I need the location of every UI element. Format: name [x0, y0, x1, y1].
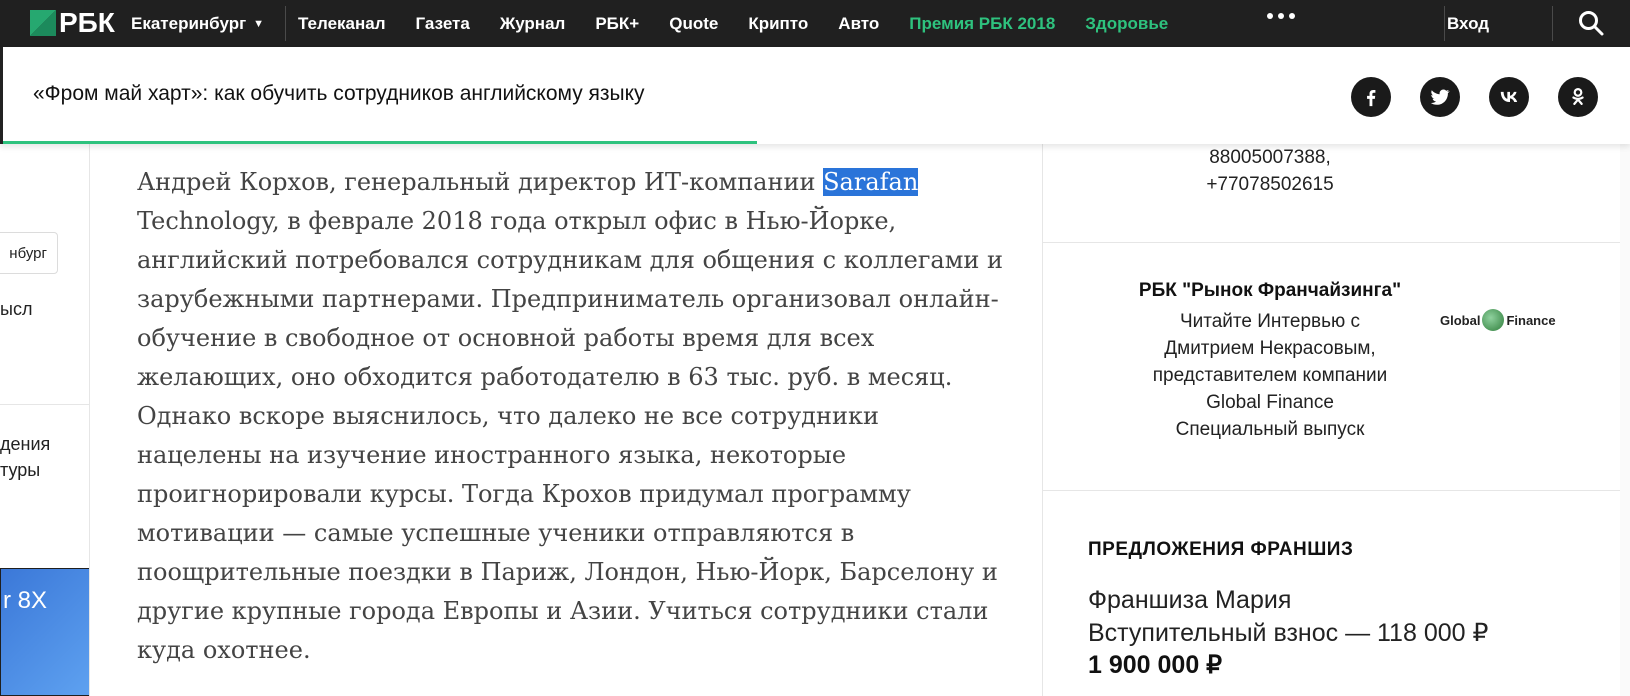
city-chip[interactable]: нбург — [0, 232, 58, 274]
franchise-name: Франшиза Мария — [1088, 586, 1292, 614]
nav-item-award[interactable]: Премия РБК 2018 — [909, 14, 1055, 34]
page-scrollbar[interactable] — [1620, 144, 1630, 696]
twitter-share-button[interactable] — [1420, 77, 1460, 117]
facebook-icon — [1367, 89, 1376, 107]
nav-item-quote[interactable]: Quote — [669, 14, 718, 34]
promo-title[interactable]: РБК "Рынок Франчайзинга" — [1043, 280, 1497, 302]
company-link-selected[interactable]: Sarafan — [823, 168, 919, 196]
left-ad-text: r 8X — [3, 587, 48, 614]
article-text: Technology, в феврале 2018 года открыл о… — [137, 207, 1004, 664]
reading-progress-bar — [3, 141, 757, 144]
ok-share-button[interactable] — [1558, 77, 1598, 117]
globe-icon — [1482, 309, 1505, 331]
city-label: Екатеринбург — [131, 13, 247, 33]
franchise-fee: Вступительный взнос — 118 000 ₽ — [1088, 619, 1489, 647]
sidebar-divider — [1043, 242, 1630, 243]
top-navigation: РБК Екатеринбург ▼ Телеканал Газета Журн… — [0, 0, 1630, 47]
left-text-line[interactable]: дения — [0, 431, 50, 457]
twitter-icon — [1430, 89, 1450, 105]
left-divider — [0, 404, 89, 405]
right-sidebar: 88005007388, +77078502615 РБК "Рынок Фра… — [1042, 144, 1630, 696]
nav-item-auto[interactable]: Авто — [838, 14, 879, 34]
franchise-heading: ПРЕДЛОЖЕНИЯ ФРАНШИЗ — [1088, 539, 1354, 560]
article-text: Андрей Корхов, генеральный директор ИТ-к… — [137, 168, 824, 196]
franchise-price: 1 900 000 ₽ — [1088, 651, 1223, 679]
nav-item-magazine[interactable]: Журнал — [500, 14, 566, 34]
promo-line: представителем компании — [1152, 365, 1388, 386]
facebook-share-button[interactable] — [1351, 77, 1391, 117]
nav-divider — [285, 6, 286, 41]
nav-divider — [1444, 6, 1445, 41]
phone-number[interactable]: +77078502615 — [1043, 171, 1497, 198]
promo-line: Global Finance — [1206, 392, 1334, 413]
left-text-line[interactable]: туры — [0, 457, 40, 483]
nav-item-newspaper[interactable]: Газета — [416, 14, 470, 34]
sticky-article-bar: «Фром май харт»: как обучить сотрудников… — [0, 47, 1630, 144]
nav-item-health[interactable]: Здоровье — [1085, 14, 1168, 34]
promo-text[interactable]: Читайте Интервью с Дмитрием Некрасовым, … — [1043, 308, 1497, 443]
login-button[interactable]: Вход — [1447, 0, 1489, 47]
left-text-line[interactable]: ысл — [0, 296, 32, 322]
sidebar-divider — [1043, 490, 1630, 491]
nav-menu: Телеканал Газета Журнал РБК+ Quote Крипт… — [298, 0, 1198, 47]
article-body: Андрей Корхов, генеральный директор ИТ-к… — [137, 163, 1007, 670]
caret-down-icon: ▼ — [253, 17, 265, 30]
nav-item-tv[interactable]: Телеканал — [298, 14, 386, 34]
nav-item-rbc-plus[interactable]: РБК+ — [595, 14, 639, 34]
rbc-logo-mark-icon — [30, 10, 56, 36]
search-icon[interactable] — [1577, 9, 1605, 37]
article-paragraph: Андрей Корхов, генеральный директор ИТ-к… — [137, 163, 1007, 670]
logo-word: Global — [1440, 312, 1481, 328]
city-selector[interactable]: Екатеринбург ▼ — [131, 0, 264, 47]
contact-phones: 88005007388, +77078502615 — [1043, 144, 1630, 198]
left-column: нбург ысл дения туры r 8X — [0, 144, 90, 696]
promo-line: Дмитрием Некрасовым, — [1164, 338, 1376, 359]
rbc-logo[interactable]: РБК — [30, 7, 115, 39]
logo-text: РБК — [59, 7, 115, 38]
global-finance-logo[interactable]: Global Finance — [1440, 309, 1556, 331]
vk-share-button[interactable] — [1489, 77, 1529, 117]
promo-line: Читайте Интервью с — [1179, 311, 1361, 332]
vk-icon — [1500, 91, 1518, 103]
more-menu-icon[interactable] — [1267, 13, 1295, 19]
phone-number[interactable]: 88005007388, — [1043, 144, 1497, 171]
sticky-article-title[interactable]: «Фром май харт»: как обучить сотрудников… — [33, 82, 645, 106]
left-ad-banner[interactable]: r 8X — [0, 568, 89, 696]
logo-word: Finance — [1506, 312, 1556, 328]
franchise-offer[interactable]: Франшиза Мария Вступительный взнос — 118… — [1088, 584, 1488, 650]
promo-line: Специальный выпуск — [1175, 419, 1365, 440]
nav-item-crypto[interactable]: Крипто — [748, 14, 808, 34]
nav-divider — [1552, 6, 1553, 41]
odnoklassniki-icon — [1572, 88, 1584, 105]
